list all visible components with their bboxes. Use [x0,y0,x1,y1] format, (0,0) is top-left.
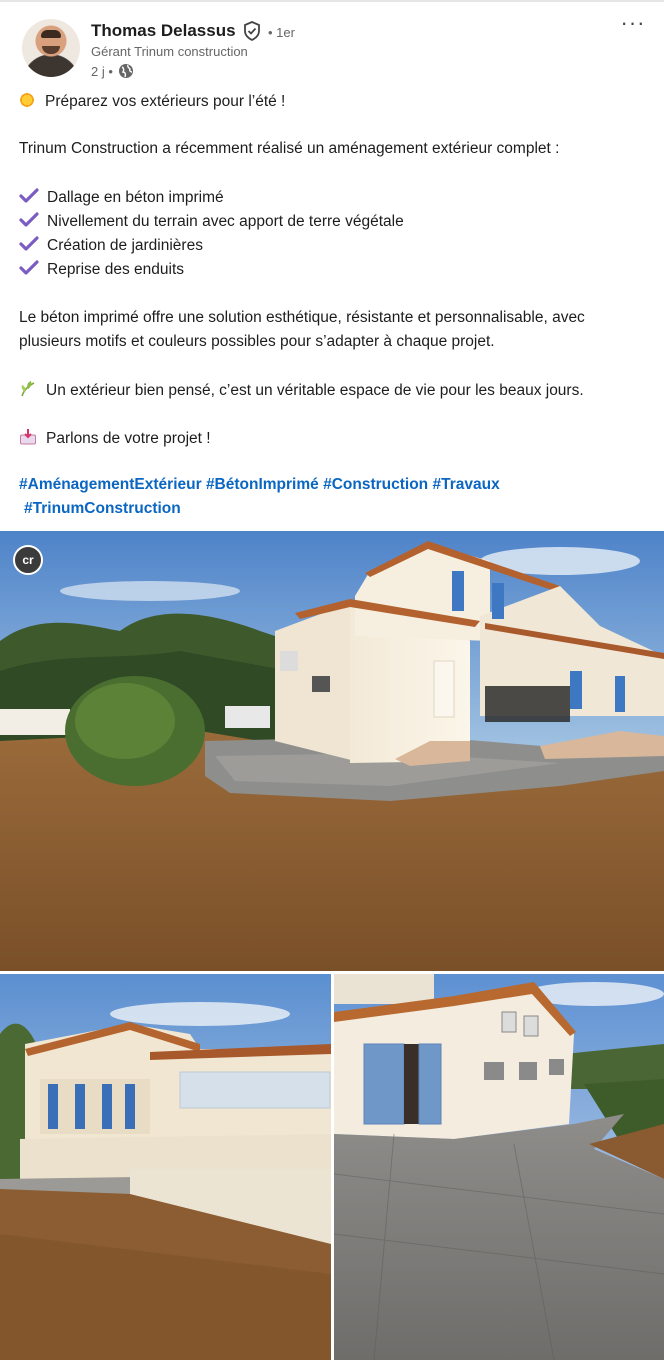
sun-icon [19,92,35,108]
check-icon [19,260,39,275]
checklist-item: Création de jardinières [19,236,203,255]
content-credentials-badge[interactable]: cr [13,545,43,575]
avatar[interactable] [22,19,80,77]
post-card: Thomas Delassus • 1er Gérant Trinum cons… [0,0,664,1360]
divider [0,0,664,2]
checklist-item: Reprise des enduits [19,260,184,279]
hashtags-line: #TrinumConstruction [24,500,181,518]
post-intro: Trinum Construction a récemment réalisé … [19,140,560,157]
hashtag-link[interactable]: #AménagementExtérieur [19,476,202,493]
globe-icon [118,64,133,78]
post-meta: 2 j • [91,63,134,79]
hashtags-line: #AménagementExtérieur #BétonImprimé #Con… [19,476,500,494]
garage-image [334,974,664,1360]
terrace-image [0,974,331,1360]
hashtag-link[interactable]: #Travaux [432,476,499,493]
author-name[interactable]: Thomas Delassus [91,21,236,41]
connection-degree: • 1er [268,25,295,40]
post-photo-3[interactable] [334,974,664,1360]
leaf-icon [21,381,35,397]
hashtag-link[interactable]: #TrinumConstruction [24,500,181,517]
post-line-1: Préparez vos extérieurs pour l’été ! [19,92,285,111]
post-photo-2[interactable] [0,974,331,1360]
house-front-image [0,531,664,971]
post-cta-line: Parlons de votre projet ! [19,428,211,448]
post-time: 2 j • [91,63,113,79]
inbox-icon [20,429,36,445]
checklist-item: Dallage en béton imprimé [19,188,224,207]
more-options-button[interactable]: ··· [620,12,646,38]
post-photo-main[interactable]: cr [0,531,664,971]
verified-shield-icon [244,21,260,41]
check-icon [19,212,39,227]
post-leaf-line: Un extérieur bien pensé, c’est un vérita… [19,380,584,400]
author-headline: Gérant Trinum construction [91,44,248,59]
post-paragraph: Le béton imprimé offre une solution esth… [19,309,585,326]
checklist-item: Nivellement du terrain avec apport de te… [19,212,404,231]
check-icon [19,188,39,203]
post-paragraph: plusieurs motifs et couleurs possibles p… [19,333,495,350]
hashtag-link[interactable]: #BétonImprimé [206,476,319,493]
hashtag-link[interactable]: #Construction [323,476,428,493]
check-icon [19,236,39,251]
